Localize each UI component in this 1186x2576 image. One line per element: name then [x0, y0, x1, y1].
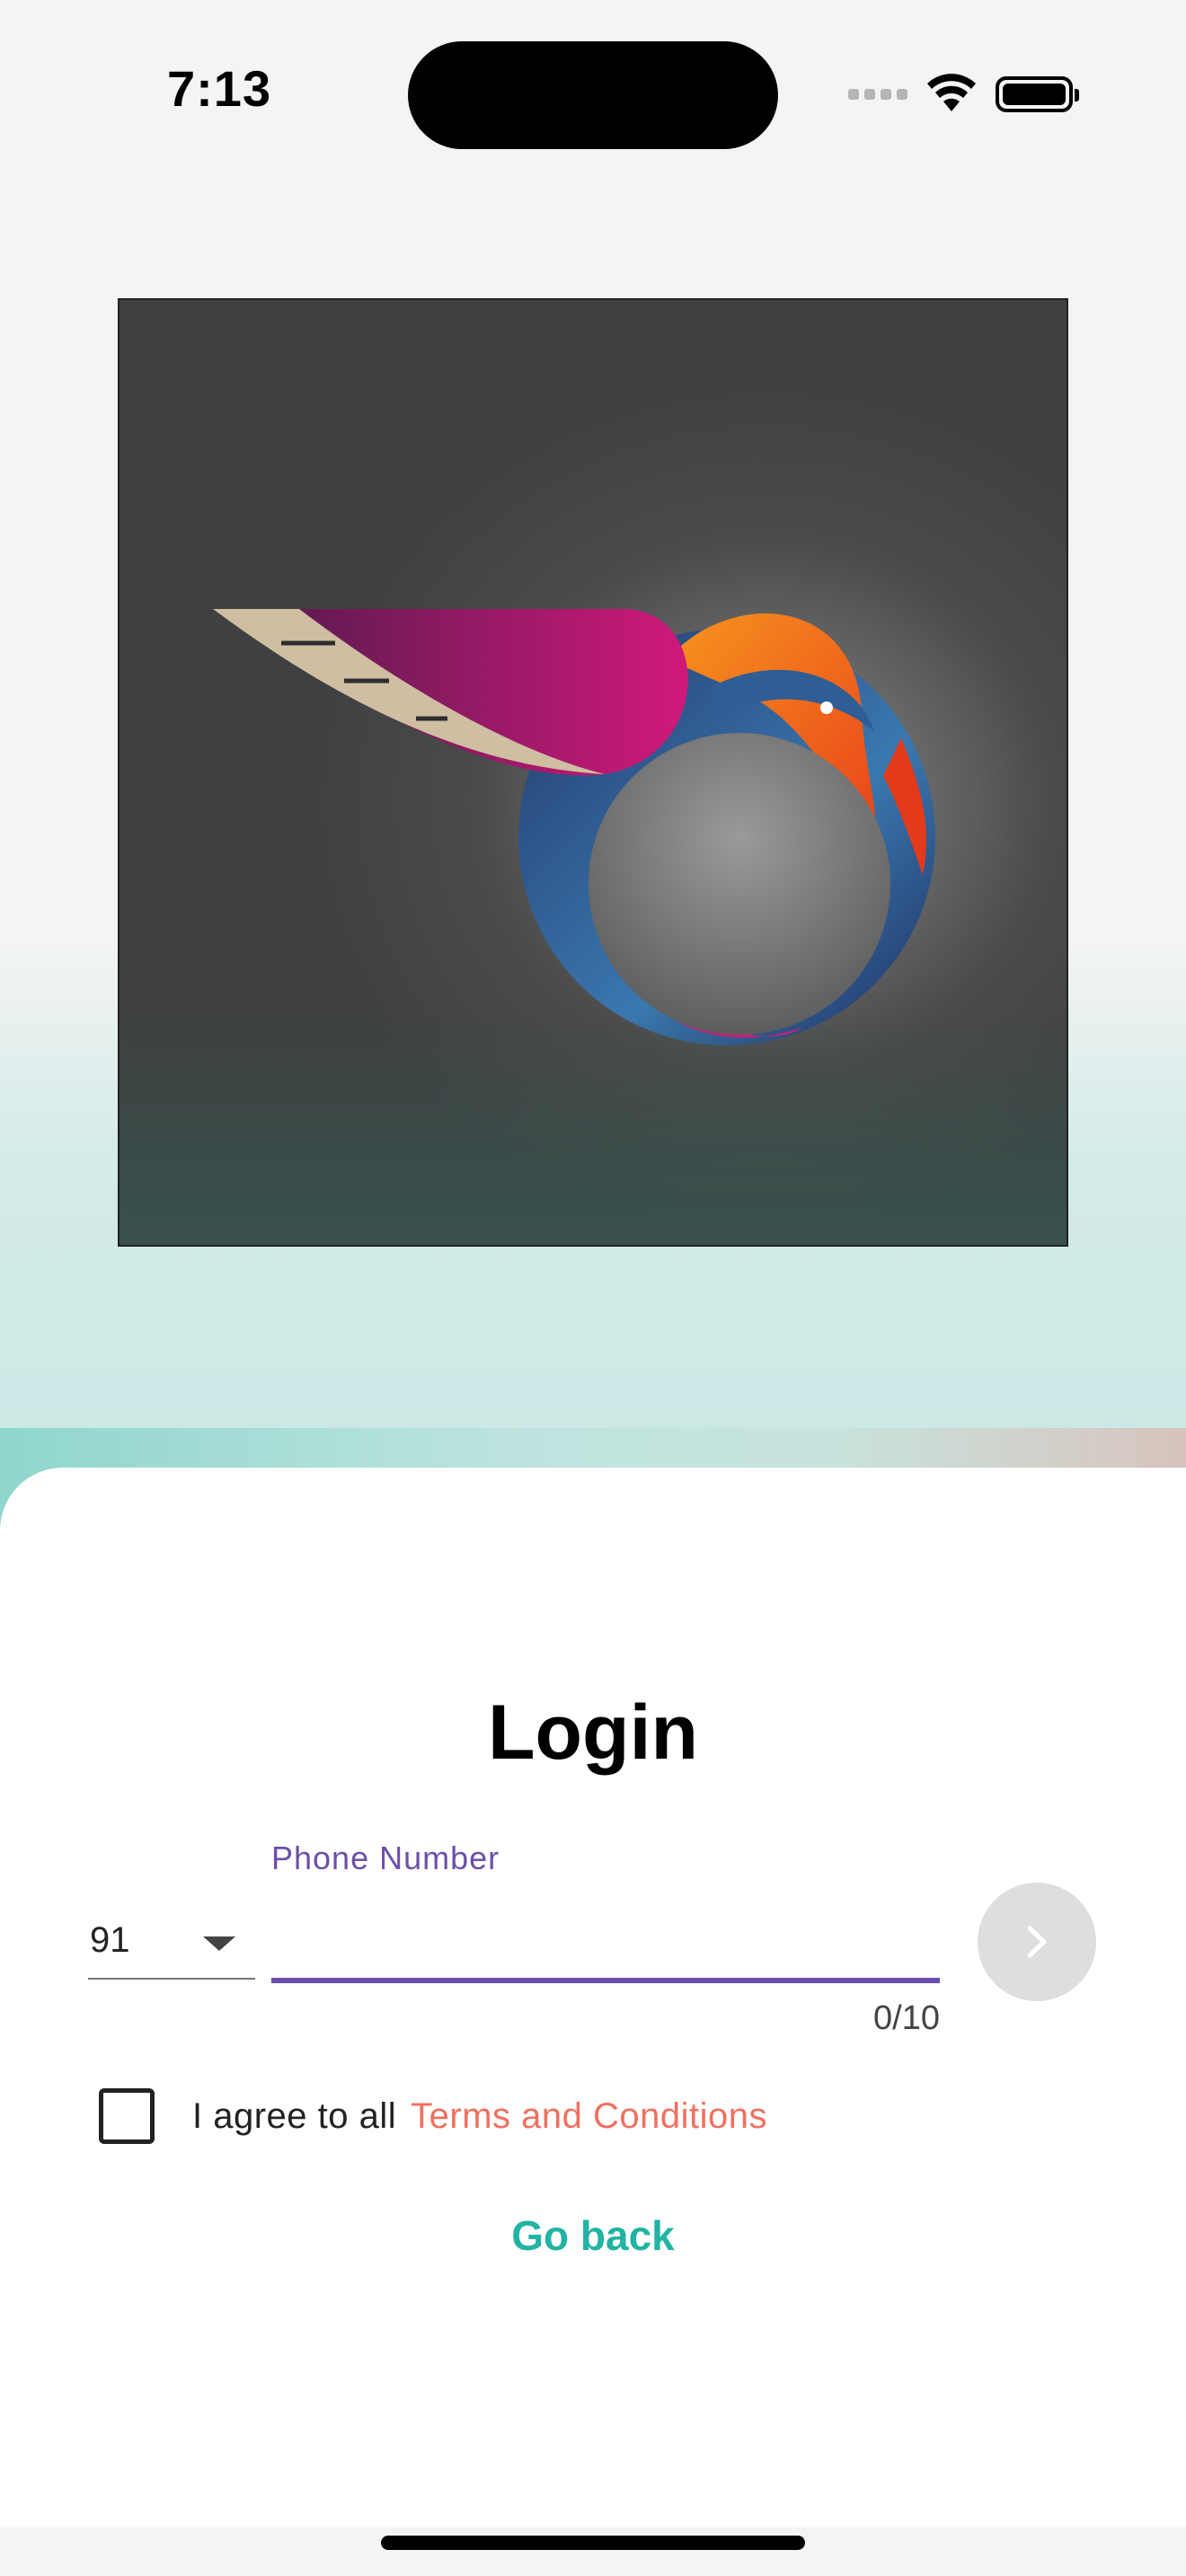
home-indicator[interactable]	[381, 2536, 805, 2550]
phone-number-label: Phone Number	[271, 1839, 500, 1876]
login-title: Login	[487, 1689, 699, 1776]
dropdown-caret-icon	[203, 1936, 235, 1951]
status-time: 7:13	[167, 60, 272, 117]
hero-image	[118, 298, 1068, 1247]
hummingbird-logo-icon	[213, 609, 935, 1045]
country-code-value: 91	[90, 1920, 130, 1960]
go-back-link[interactable]: Go back	[0, 2211, 1186, 2260]
battery-icon	[996, 75, 1079, 112]
wifi-icon	[925, 72, 978, 116]
character-counter: 0/10	[873, 1999, 940, 2037]
terms-row: I agree to all Terms and Conditions	[99, 2087, 767, 2145]
status-icons	[848, 72, 1079, 116]
terms-and-conditions-link[interactable]: Terms and Conditions	[411, 2096, 767, 2137]
terms-prefix-text: I agree to all	[192, 2095, 397, 2136]
country-code-select[interactable]: 91	[88, 1913, 255, 1980]
phone-number-input[interactable]	[271, 1913, 940, 1983]
chevron-right-icon	[1027, 1926, 1047, 1958]
login-card	[0, 1468, 1186, 2527]
dynamic-island	[408, 41, 778, 149]
cellular-signal-icon	[848, 88, 907, 100]
next-button[interactable]	[978, 1883, 1096, 2001]
terms-checkbox[interactable]	[99, 2088, 155, 2144]
